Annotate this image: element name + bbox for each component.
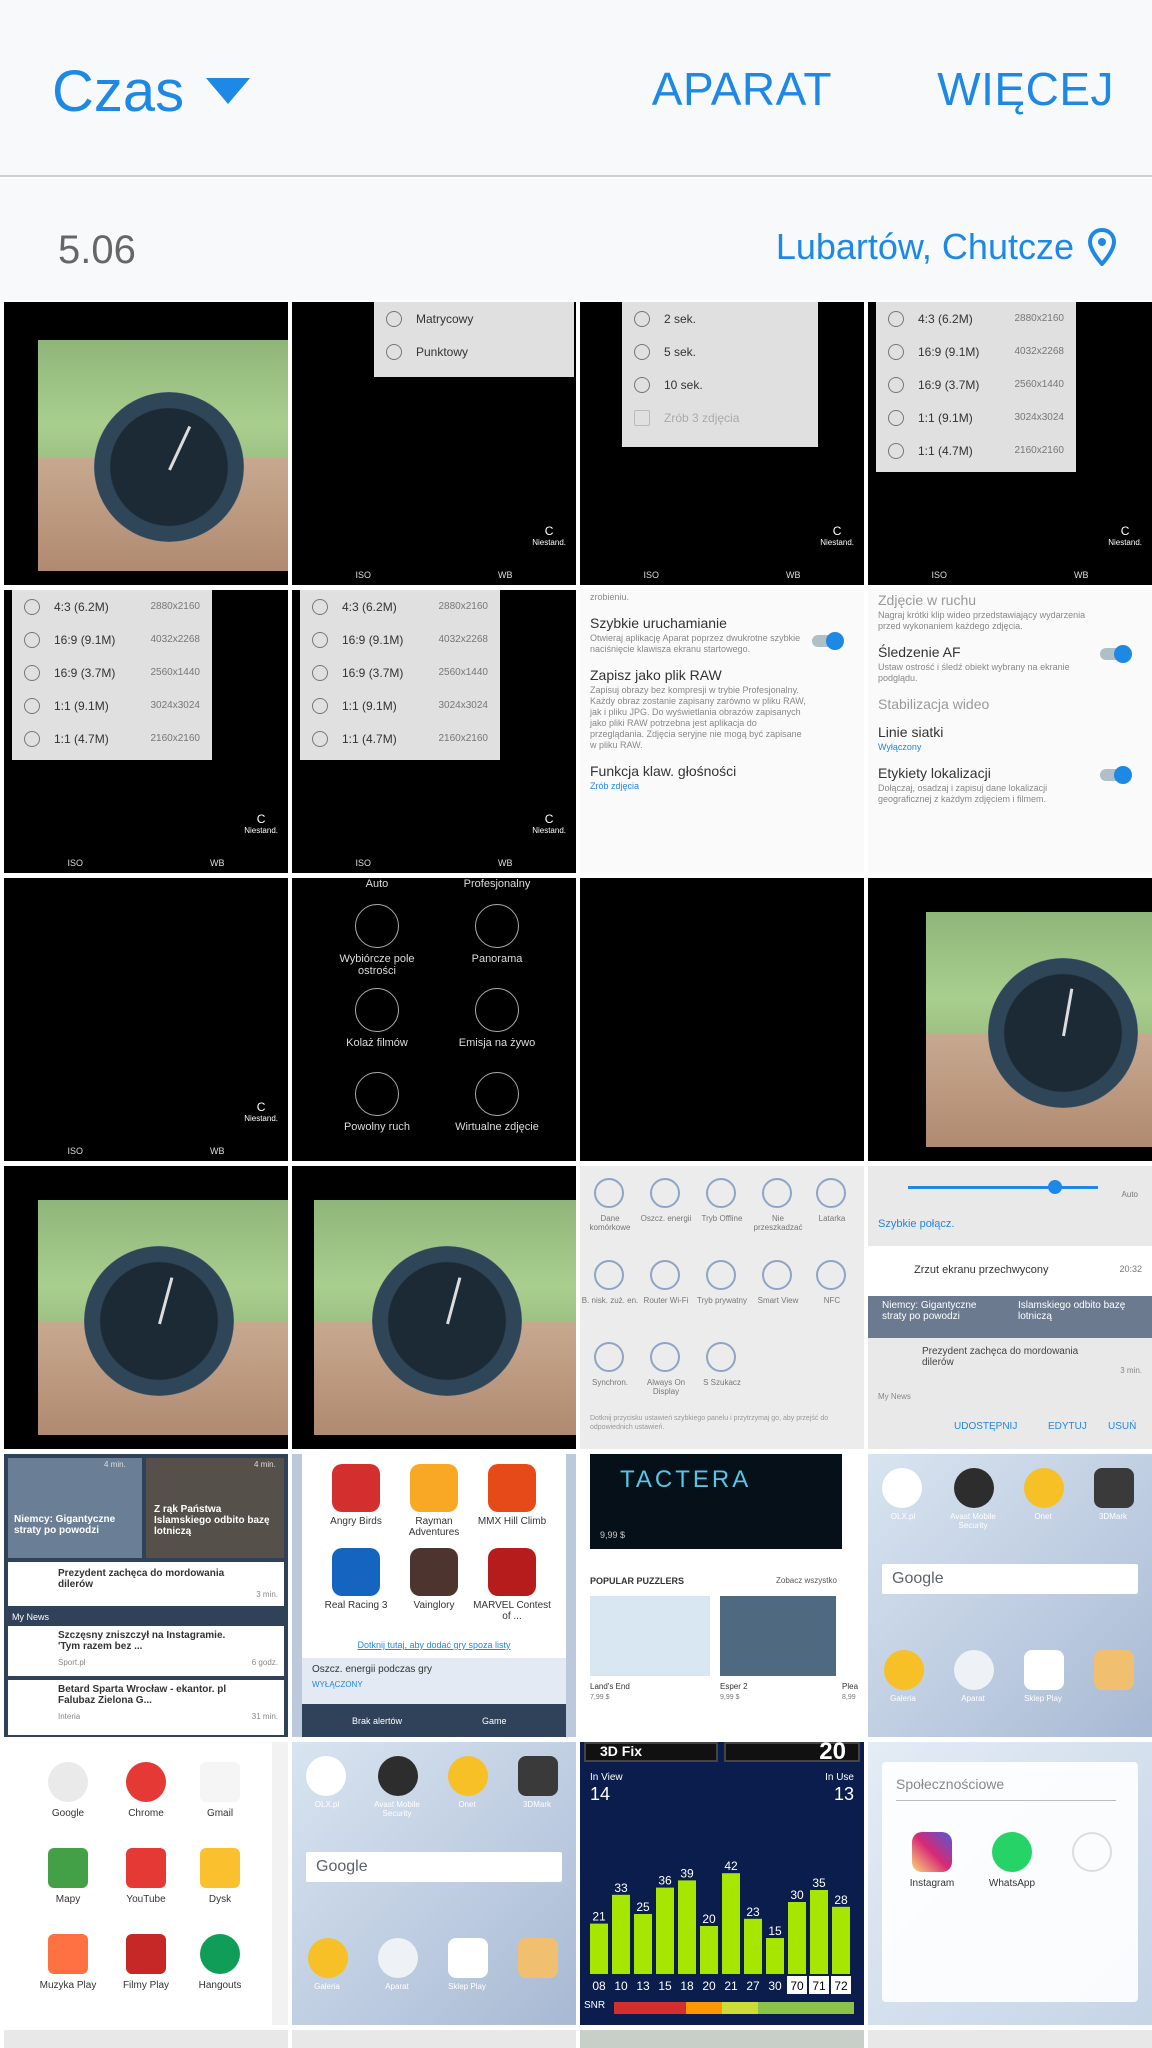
satellite-prn-label: 15 <box>658 1979 672 1993</box>
satellite-prn-label: 30 <box>768 1979 782 1993</box>
signal-bar <box>788 1902 806 1974</box>
view-selector-dropdown[interactable]: Czas <box>52 56 251 126</box>
satellite-prn-label: 72 <box>834 1979 848 1993</box>
satellite-prn-label: 18 <box>680 1979 694 1993</box>
satellite-prn-label: 27 <box>746 1979 760 1993</box>
signal-bar-label: 28 <box>834 1893 848 1907</box>
thumbnail-home-screen-2[interactable]: OLX.pl Avast Mobile Security Onet 3DMark… <box>292 1742 576 2025</box>
satellite-prn-label: 20 <box>702 1979 716 1993</box>
location-pin-icon <box>1087 227 1117 267</box>
thumbnail-game-launcher[interactable]: Angry Birds Rayman Adventures MMX Hill C… <box>292 1454 576 1737</box>
thumbnail-metering-menu[interactable]: Matrycowy Punktowy C Niestand. ISO WB <box>292 302 576 585</box>
thumbnail-camera-settings-b[interactable]: Zdjęcie w ruchu Nagraj krótki klip wideo … <box>868 590 1152 873</box>
signal-bar <box>832 1906 850 1974</box>
thumbnail-play-store[interactable]: TACTERA 9,99 $ POPULAR PUZZLERS Zobacz w… <box>580 1454 864 1737</box>
signal-bar <box>766 1938 784 1974</box>
signal-bar-label: 30 <box>790 1888 804 1902</box>
signal-bar-label: 33 <box>614 1881 628 1895</box>
thumbnail-news-app[interactable]: Niemcy: Gigantyczne straty po powodzi Z … <box>4 1454 288 1737</box>
photo-grid: Matrycowy Punktowy C Niestand. ISO WB 2 se… <box>0 300 1152 2048</box>
thumbnail-watch-photo-2[interactable] <box>868 878 1152 1161</box>
satellite-prn-label: 70 <box>790 1979 804 1993</box>
signal-bar-label: 23 <box>746 1905 760 1919</box>
signal-bar-label: 20 <box>702 1912 716 1926</box>
satellite-prn-label: 10 <box>614 1979 628 1993</box>
signal-bar <box>700 1926 718 1974</box>
signal-bar-label: 39 <box>680 1866 694 1880</box>
signal-bar-label: 15 <box>768 1924 782 1938</box>
thumbnail-notification-panel[interactable]: Auto Szybkie połącz. Zrzut ekranu przech… <box>868 1166 1152 1449</box>
thumbnail-partial-3[interactable] <box>580 2030 864 2048</box>
thumbnail-black[interactable] <box>580 878 864 1161</box>
thumbnail-watch-photo-4[interactable] <box>292 1166 576 1449</box>
signal-bar <box>634 1914 652 1974</box>
thumbnail-camera-settings-a[interactable]: zrobieniu. Szybkie uruchamianie Otwieraj … <box>580 590 864 873</box>
signal-bar <box>678 1880 696 1974</box>
thumbnail-resolution-menu-2[interactable]: 4:3 (6.2M) 2880x2160 16:9 (9.1M) 4032x2268… <box>4 590 288 873</box>
thumbnail-gps-status[interactable]: 3D Fix 20 In View 14 In Use 13 21 08 33 10 2… <box>580 1742 864 2025</box>
thumbnail-partial-2[interactable] <box>292 2030 576 2048</box>
signal-bar-label: 35 <box>812 1876 826 1890</box>
thumbnail-partial-4[interactable] <box>868 2030 1152 2048</box>
satellite-prn-label: 71 <box>812 1979 826 1993</box>
camera-button[interactable]: APARAT <box>652 62 832 116</box>
group-location-label: Lubartów, Chutcze <box>775 226 1074 267</box>
signal-bar-label: 21 <box>592 1910 606 1924</box>
group-date: 5.06 <box>58 228 136 272</box>
thumbnail-resolution-menu[interactable]: 4:3 (6.2M) 2880x2160 16:9 (9.1M) 4032x2268… <box>868 302 1152 585</box>
thumbnail-partial-1[interactable] <box>4 2030 288 2048</box>
thumbnail-home-screen[interactable]: OLX.pl Avast Mobile Security Onet 3DMark… <box>868 1454 1152 1737</box>
more-button[interactable]: WIĘCEJ <box>937 62 1114 116</box>
thumbnail-social-folder[interactable]: Społecznościowe Instagram WhatsApp <box>868 1742 1152 2025</box>
thumbnail-camera-modes[interactable]: Auto Profesjonalny Wybiórcze pole ostroś… <box>292 878 576 1161</box>
satellite-prn-label: 13 <box>636 1979 650 1993</box>
signal-bar <box>722 1873 740 1974</box>
signal-bar-label: 25 <box>636 1900 650 1914</box>
signal-bar <box>810 1890 828 1974</box>
thumbnail-resolution-menu-3[interactable]: 4:3 (6.2M) 2880x2160 16:9 (9.1M) 4032x2268… <box>292 590 576 873</box>
thumbnail-watch-photo-3[interactable] <box>4 1166 288 1449</box>
thumbnail-app-drawer[interactable]: Google Chrome Gmail Mapy YouTube Dysk Mu… <box>4 1742 288 2025</box>
dropdown-caret-icon <box>206 78 251 104</box>
thumbnail-quick-settings[interactable]: Dane komórkowe Oszcz. energii Tryb Offli… <box>580 1166 864 1449</box>
signal-bar <box>744 1918 762 1974</box>
thumbnail-watch-photo[interactable] <box>4 302 288 585</box>
satellite-prn-label: 21 <box>724 1979 738 1993</box>
signal-bar <box>656 1887 674 1974</box>
satellite-prn-label: 08 <box>592 1979 606 1993</box>
view-selector-label: Czas <box>52 58 185 124</box>
thumbnail-black-viewfinder[interactable]: C Niestand. ISO WB <box>4 878 288 1161</box>
signal-bar-label: 36 <box>658 1874 672 1888</box>
thumbnail-timer-menu[interactable]: 2 sek. 5 sek. 10 sek. Zrób 3 zdjęcia C Ni… <box>580 302 864 585</box>
signal-bar <box>612 1894 630 1974</box>
signal-bar <box>590 1923 608 1974</box>
signal-bar-label: 42 <box>724 1859 738 1873</box>
group-location-link[interactable]: Lubartów, Chutcze <box>775 226 1117 268</box>
satellite-signal-chart: 21 08 33 10 25 13 36 15 39 18 20 20 42 21 23 27 15 30 30 70… <box>590 1859 851 1994</box>
